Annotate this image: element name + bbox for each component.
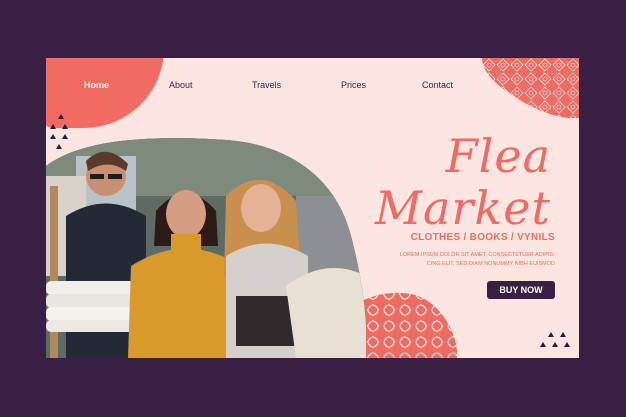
nav-travels[interactable]: Travels: [252, 80, 281, 90]
hero-title-line-1: Flea: [445, 129, 551, 183]
hero-title: Flea Market: [375, 130, 551, 234]
hero-body-line-1: LOREM IPSUM DOLOR SIT AMET, CONSECTETUER…: [399, 252, 555, 258]
people-shopping-photo: [46, 136, 366, 358]
nav-home[interactable]: Home: [84, 80, 109, 90]
triangle-cluster-right: [536, 332, 576, 354]
nav-contact[interactable]: Contact: [422, 80, 453, 90]
landing-page-card: Home About Travels Prices Contact Flea M…: [46, 58, 579, 358]
hero-body-text: LOREM IPSUM DOLOR SIT AMET, CONSECTETUER…: [375, 251, 555, 269]
hero-subtitle: CLOTHES / BOOKS / VYNILS: [410, 232, 555, 243]
buy-now-button[interactable]: BUY NOW: [487, 281, 555, 299]
hero-title-line-2: Market: [374, 181, 551, 235]
hero-photo: [46, 136, 366, 358]
nav-about[interactable]: About: [169, 80, 193, 90]
hero-body-line-2: CING ELIT, SED DIAM NONUMMY NIBH EUISMOD: [426, 261, 555, 267]
nav-prices[interactable]: Prices: [341, 80, 366, 90]
top-navigation: Home About Travels Prices Contact: [46, 58, 579, 114]
triangle-cluster-left: [48, 114, 78, 154]
